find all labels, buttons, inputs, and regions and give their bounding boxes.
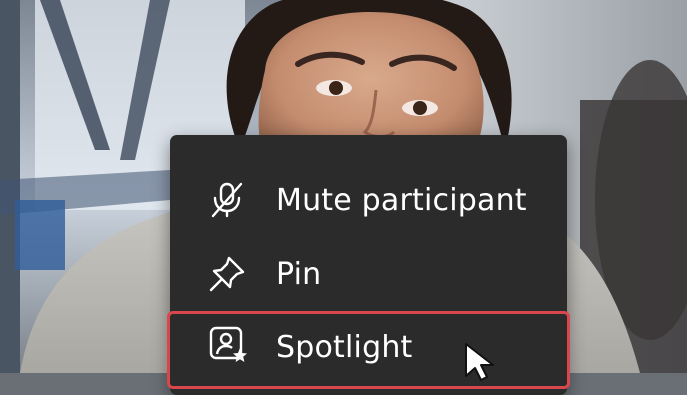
mute-participant-label: Mute participant (276, 182, 527, 218)
pin-label: Pin (276, 256, 322, 292)
mouse-cursor-icon (462, 342, 502, 382)
menu-item-pin[interactable]: Pin (170, 239, 567, 309)
spotlight-label: Spotlight (276, 330, 413, 365)
pin-icon (206, 253, 248, 295)
participant-context-menu: Mute participant Pin Spotlight (167, 135, 570, 395)
mic-off-icon (206, 179, 248, 221)
menu-item-spotlight[interactable]: Spotlight (167, 311, 570, 389)
menu-item-mute-participant[interactable]: Mute participant (170, 165, 567, 235)
spotlight-icon (207, 324, 249, 366)
